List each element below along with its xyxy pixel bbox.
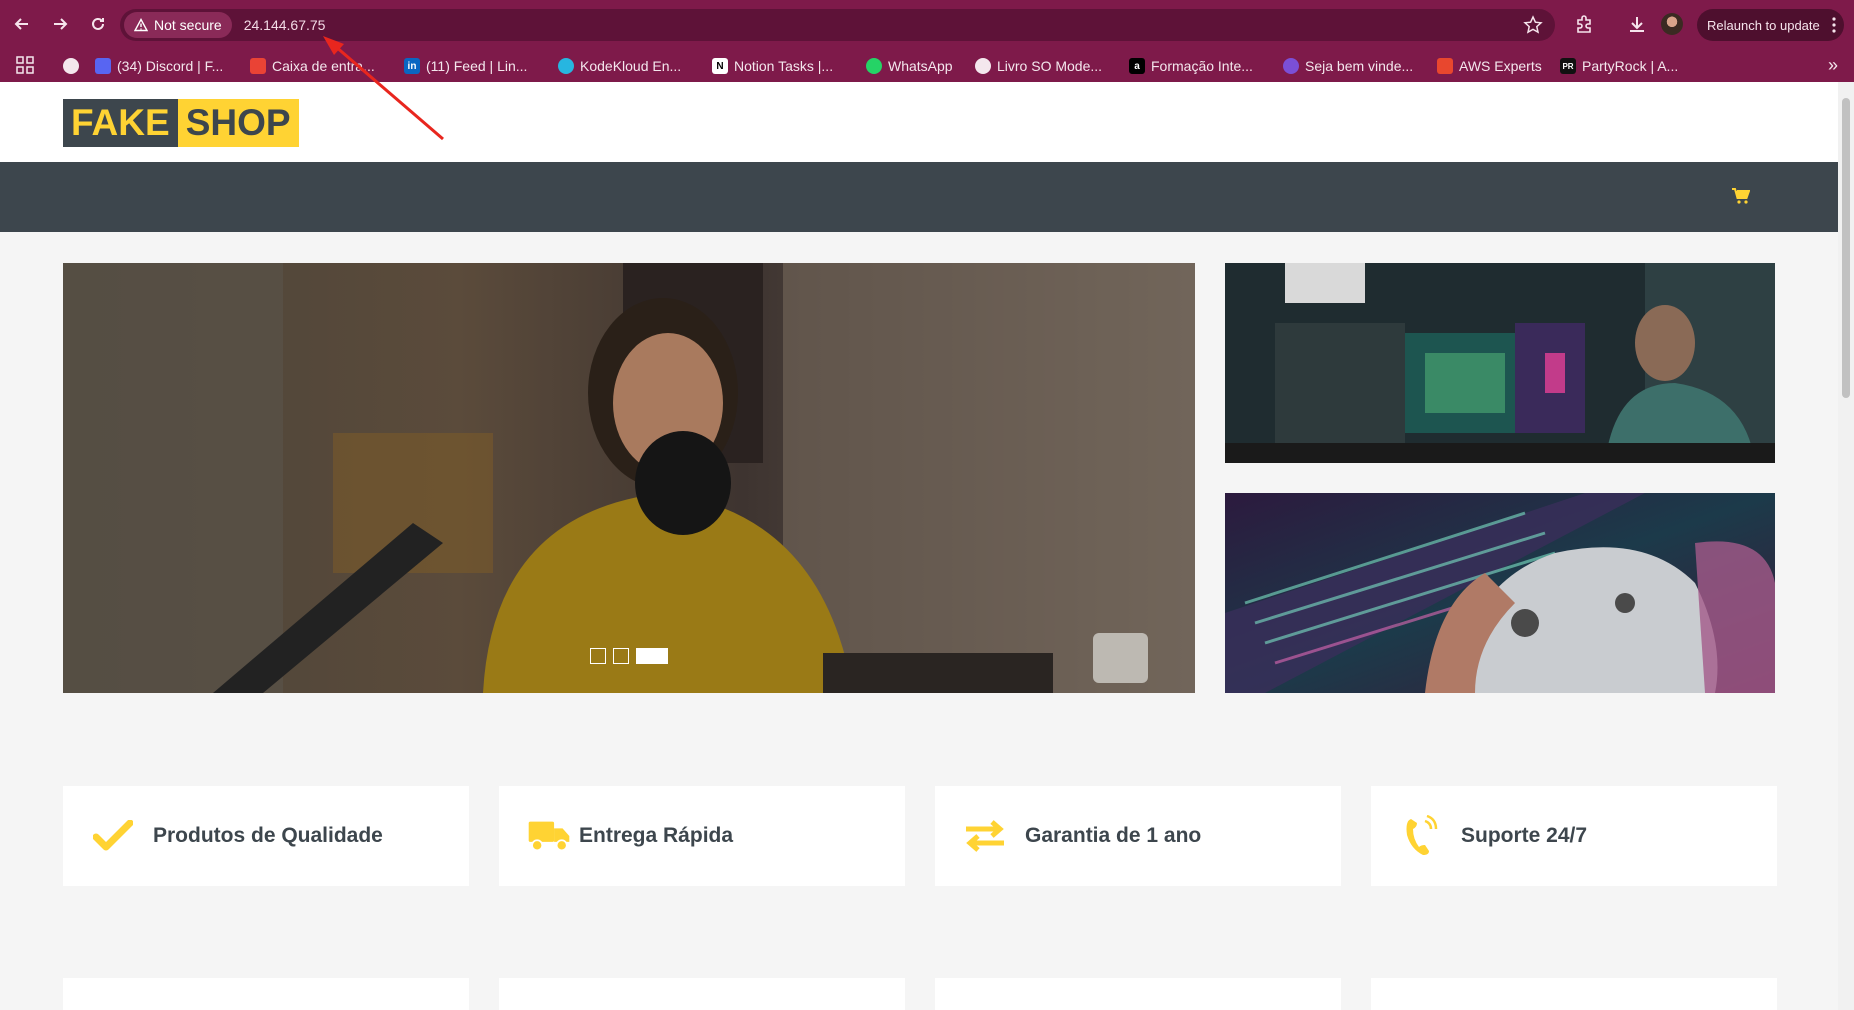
category-card[interactable] xyxy=(1371,978,1777,1010)
bookmark-discord[interactable]: (34) Discord | F... xyxy=(95,56,223,76)
category-card[interactable] xyxy=(63,978,469,1010)
globe-icon xyxy=(975,58,991,74)
bookmark-label: Livro SO Mode... xyxy=(997,58,1103,74)
page-viewport: FAKE SHOP Produtos de Qualidade Entrega … xyxy=(0,82,1854,1010)
bookmark-aws-experts[interactable]: AWS Experts xyxy=(1437,56,1542,76)
feature-fast-delivery: Entrega Rápida xyxy=(499,786,905,886)
url-text[interactable]: 24.144.67.75 xyxy=(244,17,326,33)
feature-support: Suporte 24/7 xyxy=(1371,786,1777,886)
globe-icon xyxy=(63,58,79,74)
whatsapp-icon xyxy=(866,58,882,74)
feature-label: Garantia de 1 ano xyxy=(1025,824,1202,847)
bookmark-label: Formação Inte... xyxy=(1151,58,1253,74)
notion-icon: N xyxy=(712,58,728,74)
check-icon xyxy=(91,814,135,858)
gamer-setup-image xyxy=(1225,263,1775,463)
category-card[interactable] xyxy=(499,978,905,1010)
bookmark-formacao[interactable]: a Formação Inte... xyxy=(1129,56,1253,76)
carousel-dot-3[interactable] xyxy=(636,648,668,664)
bookmark-livro-so[interactable]: Livro SO Mode... xyxy=(975,56,1102,76)
feature-label: Entrega Rápida xyxy=(579,824,734,847)
bookmark-gmail[interactable]: Caixa de entra... xyxy=(250,56,375,76)
profile-avatar[interactable] xyxy=(1661,13,1683,35)
more-bookmarks-icon[interactable]: » xyxy=(1828,55,1838,76)
alura-icon: a xyxy=(1129,58,1145,74)
logo-fake: FAKE xyxy=(63,99,178,147)
portal-icon xyxy=(1283,58,1299,74)
menu-kebab-icon[interactable] xyxy=(1832,17,1836,33)
back-arrow-icon xyxy=(14,18,28,30)
security-label: Not secure xyxy=(154,17,222,33)
relaunch-label: Relaunch to update xyxy=(1707,17,1820,33)
reload-button[interactable] xyxy=(80,6,116,42)
forward-button[interactable] xyxy=(42,6,78,42)
reload-icon xyxy=(92,17,104,30)
bookmark-label: AWS Experts xyxy=(1459,58,1542,74)
shop-logo[interactable]: FAKE SHOP xyxy=(63,99,299,147)
bookmark-seja-bem-vinde[interactable]: Seja bem vinde... xyxy=(1283,56,1413,76)
security-indicator[interactable]: Not secure xyxy=(124,12,232,38)
bookmark-label: (11) Feed | Lin... xyxy=(426,58,528,74)
bookmark-kodekloud[interactable]: KodeKloud En... xyxy=(558,56,681,76)
extensions-button[interactable] xyxy=(1572,12,1596,36)
controller-keyboard-image xyxy=(1225,493,1775,693)
carousel-indicators xyxy=(590,648,675,664)
bookmark-label: Notion Tasks |... xyxy=(734,58,834,74)
relaunch-button[interactable]: Relaunch to update xyxy=(1697,9,1844,41)
bookmark-linkedin[interactable]: in (11) Feed | Lin... xyxy=(404,56,527,76)
feature-label: Produtos de Qualidade xyxy=(153,824,383,847)
shop-navbar xyxy=(0,162,1838,232)
phone-icon xyxy=(1399,814,1443,858)
logo-shop: SHOP xyxy=(177,99,299,147)
carousel-dot-1[interactable] xyxy=(590,648,606,664)
linkedin-icon: in xyxy=(404,58,420,74)
promo-image-controller[interactable] xyxy=(1225,493,1775,693)
bookmarks-bar: (34) Discord | F... Caixa de entra... in… xyxy=(0,48,1854,82)
shop-header: FAKE SHOP xyxy=(0,82,1838,162)
downloads-button[interactable] xyxy=(1625,12,1649,36)
forward-arrow-icon xyxy=(54,18,68,30)
category-card[interactable] xyxy=(935,978,1341,1010)
feature-quality: Produtos de Qualidade xyxy=(63,786,469,886)
bookmark-label: WhatsApp xyxy=(888,58,953,74)
bookmark-star-icon[interactable] xyxy=(1523,15,1543,35)
hero-carousel[interactable] xyxy=(63,263,1195,693)
scrollbar-thumb[interactable] xyxy=(1842,98,1850,398)
bookmark-label: Seja bem vinde... xyxy=(1305,58,1414,74)
partyrock-icon: PR xyxy=(1560,58,1576,74)
aws-icon xyxy=(1437,58,1453,74)
address-bar[interactable]: Not secure 24.144.67.75 xyxy=(120,9,1555,41)
hero-podcast-image xyxy=(63,263,1195,693)
carousel-dot-2[interactable] xyxy=(613,648,629,664)
back-button[interactable] xyxy=(4,6,40,42)
promo-image-gamer[interactable] xyxy=(1225,263,1775,463)
feature-warranty: Garantia de 1 ano xyxy=(935,786,1341,886)
page-scrollbar[interactable] xyxy=(1838,82,1854,1010)
gmail-icon xyxy=(250,58,266,74)
bookmark-label: (34) Discord | F... xyxy=(117,58,224,74)
discord-icon xyxy=(95,58,111,74)
exchange-icon xyxy=(963,814,1007,858)
truck-icon xyxy=(527,814,571,858)
feature-label: Suporte 24/7 xyxy=(1461,824,1588,847)
warning-triangle-icon xyxy=(134,18,148,32)
cart-icon[interactable] xyxy=(1732,188,1750,204)
bookmark-whatsapp[interactable]: WhatsApp xyxy=(866,56,953,76)
browser-chrome: Not secure 24.144.67.75 Relaunch to upda… xyxy=(0,0,1854,82)
bookmark-label: KodeKloud En... xyxy=(580,58,682,74)
kodekloud-icon xyxy=(558,58,574,74)
bookmark-notion[interactable]: N Notion Tasks |... xyxy=(712,56,833,76)
puzzle-icon xyxy=(1577,15,1591,33)
bookmark-label: PartyRock | A... xyxy=(1582,58,1679,74)
download-icon xyxy=(1630,17,1644,32)
bookmark-label: Caixa de entra... xyxy=(272,58,375,74)
bookmark-globe[interactable] xyxy=(63,56,85,76)
bookmark-partyrock[interactable]: PR PartyRock | A... xyxy=(1560,56,1678,76)
apps-grid-icon[interactable] xyxy=(16,56,34,74)
